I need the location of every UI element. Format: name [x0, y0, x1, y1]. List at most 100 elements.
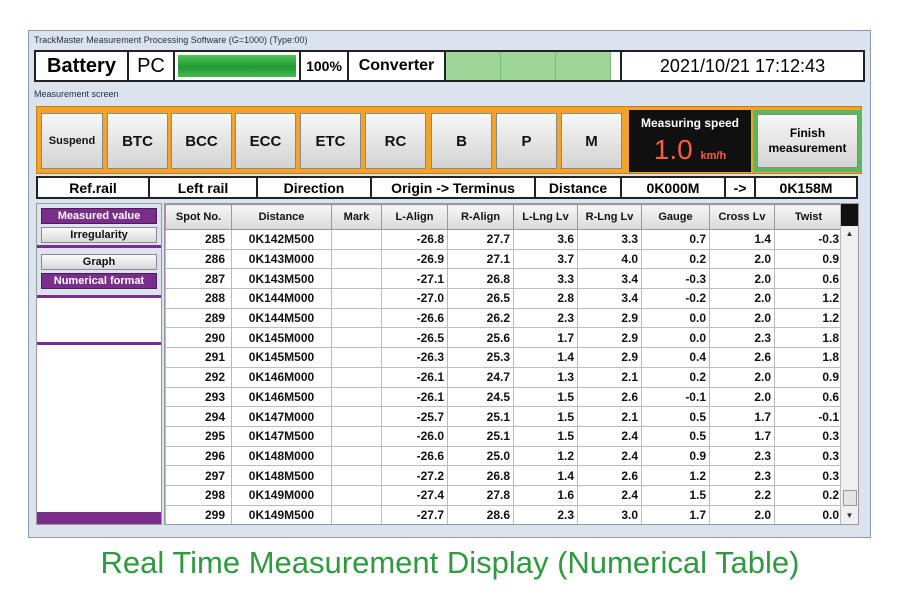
table-row[interactable]: 296 0K148M000 -26.6 25.0 1.2 2.4 0.9 2.3 0.3: [165, 445, 843, 467]
table-cell: 24.7: [447, 366, 514, 388]
table-cell: [331, 425, 382, 447]
scroll-down-arrow-icon[interactable]: ▼: [841, 508, 858, 524]
ref-rail-label: Ref.rail: [36, 176, 150, 199]
converter-segment-3: [556, 52, 611, 80]
table-cell: 1.8: [774, 327, 843, 349]
table-row[interactable]: 289 0K144M500 -26.6 26.2 2.3 2.9 0.0 2.0 1.2: [165, 307, 843, 329]
table-cell: 0K144M000: [231, 288, 332, 309]
table-row[interactable]: 290 0K145M000 -26.5 25.6 1.7 2.9 0.0 2.3 1.8: [165, 327, 843, 349]
finish-measurement-button[interactable]: Finish measurement: [757, 114, 858, 168]
table-cell: 0.7: [641, 229, 710, 250]
table-cell: 289: [165, 307, 232, 329]
b-button[interactable]: B: [431, 113, 492, 169]
etc-button[interactable]: ETC: [300, 113, 361, 169]
table-row[interactable]: 299 0K149M500 -27.7 28.6 2.3 3.0 1.7 2.0 0.0: [165, 504, 843, 524]
table-cell: -0.1: [641, 386, 710, 408]
bcc-button[interactable]: BCC: [171, 113, 232, 169]
scrollbar-thumb[interactable]: [843, 490, 857, 506]
table-cell: 0.0: [774, 504, 843, 524]
table-cell: 2.6: [577, 386, 642, 408]
measuring-speed-label: Measuring speed: [640, 116, 740, 130]
table-cell: 3.7: [513, 248, 578, 270]
table-cell: 28.6: [447, 504, 514, 524]
table-row[interactable]: 287 0K143M500 -27.1 26.8 3.3 3.4 -0.3 2.0 0.6: [165, 268, 843, 290]
table-cell: 2.9: [577, 307, 642, 329]
table-row[interactable]: 295 0K147M500 -26.0 25.1 1.5 2.4 0.5 1.7 0.3: [165, 425, 843, 447]
table-row[interactable]: 297 0K148M500 -27.2 26.8 1.4 2.6 1.2 2.3 0.3: [165, 465, 843, 486]
table-cell: 290: [165, 327, 232, 349]
distance-to: 0K158M: [754, 176, 858, 199]
column-header: L-Align: [381, 204, 448, 230]
table-cell: 2.3: [513, 307, 578, 329]
panel-divider-3: [37, 342, 161, 345]
p-button[interactable]: P: [496, 113, 557, 169]
graph-tab[interactable]: Graph: [41, 254, 157, 270]
table-cell: [331, 307, 382, 329]
status-bar: Battery PC 100% Converter 2021/10/21 17:…: [34, 50, 865, 82]
table-cell: 0K146M500: [231, 386, 332, 408]
table-row[interactable]: 293 0K146M500 -26.1 24.5 1.5 2.6 -0.1 2.0 0.6: [165, 386, 843, 408]
table-cell: -0.3: [774, 229, 843, 250]
pc-percent: 100%: [301, 52, 349, 80]
scrollbar-header: [841, 204, 858, 226]
distance-arrow: ->: [724, 176, 756, 199]
table-cell: 0.6: [774, 268, 843, 290]
rc-button[interactable]: RC: [365, 113, 426, 169]
table-cell: 4.0: [577, 248, 642, 270]
format-group: Graph Numerical format: [37, 248, 161, 295]
m-button[interactable]: M: [561, 113, 622, 169]
table-cell: -27.4: [381, 484, 448, 506]
table-row[interactable]: 285 0K142M500 -26.8 27.7 3.6 3.3 0.7 1.4 -0.3: [165, 229, 843, 250]
distance-from: 0K000M: [620, 176, 726, 199]
suspend-button[interactable]: Suspend: [41, 113, 103, 169]
numerical-format-tab[interactable]: Numerical format: [41, 273, 157, 289]
table-row[interactable]: 292 0K146M000 -26.1 24.7 1.3 2.1 0.2 2.0 0.9: [165, 366, 843, 388]
table-cell: 1.5: [513, 425, 578, 447]
table-cell: 0.9: [774, 366, 843, 388]
finish-label-line1: Finish: [789, 126, 826, 140]
column-header: L-Lng Lv: [513, 204, 578, 230]
direction-label: Direction: [256, 176, 372, 199]
datetime: 2021/10/21 17:12:43: [659, 55, 826, 76]
table-cell: 295: [165, 425, 232, 447]
table-cell: 25.1: [447, 425, 514, 447]
table-cell: 292: [165, 366, 232, 388]
table-cell: 1.3: [513, 366, 578, 388]
panel-footer: [37, 512, 161, 524]
table-row[interactable]: 291 0K145M500 -26.3 25.3 1.4 2.9 0.4 2.6 1.8: [165, 347, 843, 368]
table-cell: 0.5: [641, 406, 710, 427]
table-scrollbar[interactable]: ▲ ▼: [840, 204, 858, 524]
table-cell: 1.7: [709, 425, 775, 447]
scroll-up-arrow-icon[interactable]: ▲: [841, 226, 858, 242]
pc-label: PC: [129, 52, 175, 80]
table-cell: -26.0: [381, 425, 448, 447]
table-row[interactable]: 288 0K144M000 -27.0 26.5 2.8 3.4 -0.2 2.0 1.2: [165, 288, 843, 309]
table-cell: 0K149M500: [231, 504, 332, 524]
table-cell: 26.5: [447, 288, 514, 309]
table-cell: [331, 366, 382, 388]
table-cell: 296: [165, 445, 232, 467]
table-cell: 0.9: [774, 248, 843, 270]
table-cell: 2.0: [709, 268, 775, 290]
measured-value-tab[interactable]: Measured value: [41, 208, 157, 224]
table-cell: -27.2: [381, 465, 448, 486]
table-cell: [331, 248, 382, 270]
table-cell: 0K148M500: [231, 465, 332, 486]
table-cell: 0.0: [641, 307, 710, 329]
table-cell: 1.8: [774, 347, 843, 368]
finish-button-frame: Finish measurement: [753, 110, 862, 172]
table-cell: 0.2: [641, 248, 710, 270]
ecc-button[interactable]: ECC: [235, 113, 296, 169]
table-cell: 0.3: [774, 465, 843, 486]
btc-button[interactable]: BTC: [107, 113, 168, 169]
info-row: Ref.rail Left rail Direction Origin -> T…: [36, 176, 862, 199]
table-row[interactable]: 298 0K149M000 -27.4 27.8 1.6 2.4 1.5 2.2 0.2: [165, 484, 843, 506]
table-row[interactable]: 294 0K147M000 -25.7 25.1 1.5 2.1 0.5 1.7 -0.1: [165, 406, 843, 427]
column-header: R-Lng Lv: [577, 204, 642, 230]
table-cell: 2.4: [577, 484, 642, 506]
table-row[interactable]: 286 0K143M000 -26.9 27.1 3.7 4.0 0.2 2.0 0.9: [165, 248, 843, 270]
table-cell: 1.2: [774, 307, 843, 329]
irregularity-tab[interactable]: Irregularity: [41, 227, 157, 243]
table-cell: 0.9: [641, 445, 710, 467]
table-cell: 26.2: [447, 307, 514, 329]
